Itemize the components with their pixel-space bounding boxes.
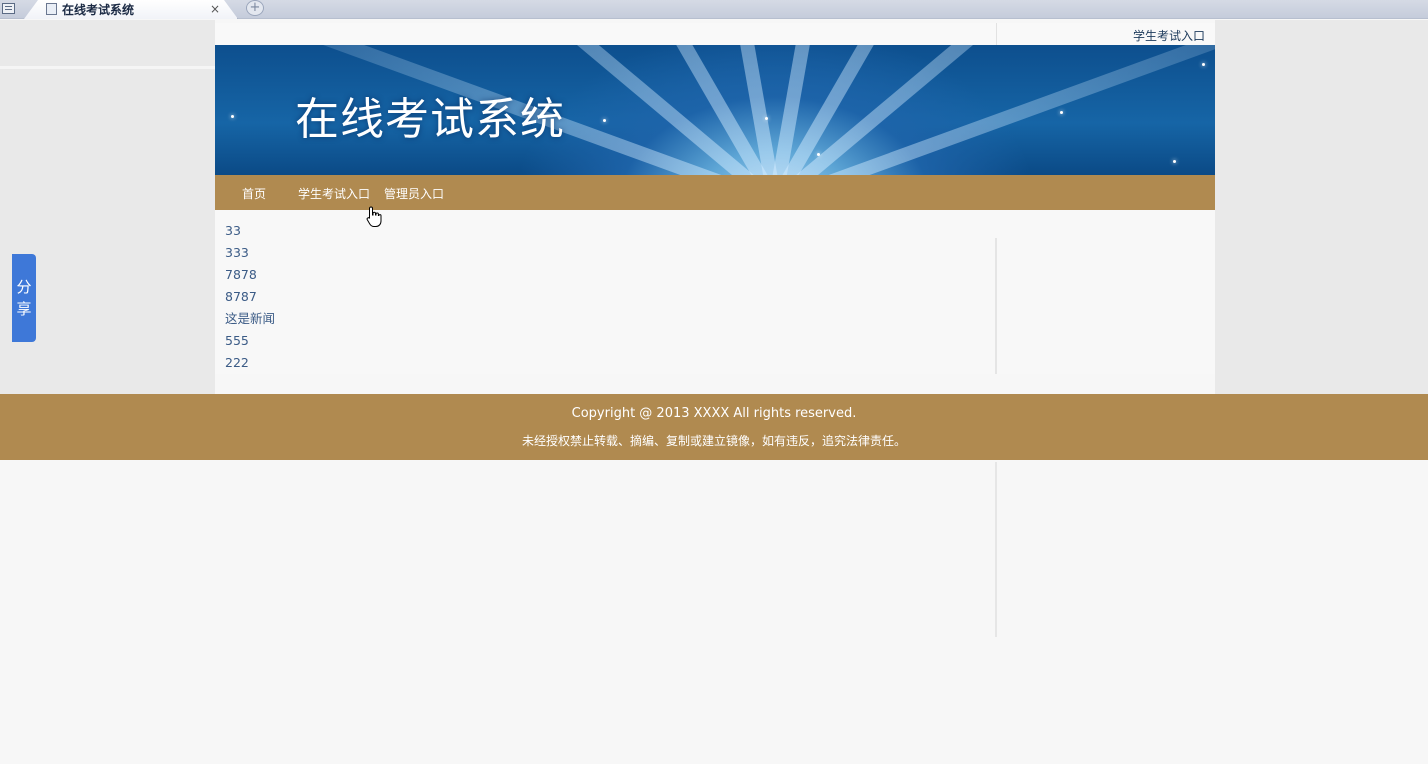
banner-star	[603, 119, 606, 122]
news-item[interactable]: 7878	[225, 266, 275, 288]
top-bar: 学生考试入口	[215, 23, 1215, 45]
browser-tab[interactable]: 在线考试系统 ×	[24, 0, 238, 19]
main-nav: 首页 学生考试入口 管理员入口	[215, 175, 1215, 210]
share-label-1: 分	[16, 278, 32, 296]
page-container: 学生考试入口 在线考试系统 首页 学生考试入口 管理员入口 33 333 787…	[215, 23, 1215, 374]
news-list: 33 333 7878 8787 这是新闻 555 222	[225, 222, 275, 376]
banner-star	[765, 117, 768, 120]
page-favicon-icon	[46, 3, 57, 15]
news-item[interactable]: 222	[225, 354, 275, 376]
banner-star	[1173, 160, 1176, 163]
news-item[interactable]: 这是新闻	[225, 310, 275, 332]
nav-item-student-exam[interactable]: 学生考试入口	[298, 185, 370, 202]
footer-copyright: Copyright @ 2013 XXXX All rights reserve…	[571, 406, 857, 421]
news-item[interactable]: 33	[225, 222, 275, 244]
hand-cursor-icon	[366, 206, 382, 227]
header-banner: 在线考试系统	[215, 45, 1215, 175]
banner-star	[817, 153, 820, 156]
banner-star	[1202, 63, 1205, 66]
sidebar-divider	[995, 238, 997, 374]
lower-divider	[995, 462, 997, 637]
top-student-entry-link[interactable]: 学生考试入口	[1133, 27, 1205, 44]
news-item[interactable]: 333	[225, 244, 275, 266]
banner-title: 在线考试系统	[295, 94, 565, 145]
tab-title: 在线考试系统	[62, 3, 135, 17]
footer-notice: 未经授权禁止转载、摘编、复制或建立镜像，如有违反，追究法律责任。	[521, 434, 906, 448]
tab-list-icon[interactable]	[2, 3, 15, 14]
nav-item-home[interactable]: 首页	[242, 185, 266, 202]
banner-star	[1060, 111, 1063, 114]
footer: Copyright @ 2013 XXXX All rights reserve…	[0, 394, 1428, 460]
news-item[interactable]: 555	[225, 332, 275, 354]
top-bar-divider	[996, 23, 997, 45]
banner-star	[231, 115, 234, 118]
browser-tab-bar: 在线考试系统 × +	[0, 0, 1428, 19]
left-divider	[0, 66, 215, 69]
share-button[interactable]: 分 享	[12, 254, 36, 342]
right-background	[1215, 20, 1428, 394]
nav-item-admin[interactable]: 管理员入口	[384, 185, 444, 202]
news-item[interactable]: 8787	[225, 288, 275, 310]
new-tab-icon[interactable]: +	[246, 0, 264, 16]
share-label-2: 享	[16, 300, 32, 318]
content-area: 33 333 7878 8787 这是新闻 555 222	[215, 210, 1215, 374]
tab-close-icon[interactable]: ×	[210, 1, 220, 17]
